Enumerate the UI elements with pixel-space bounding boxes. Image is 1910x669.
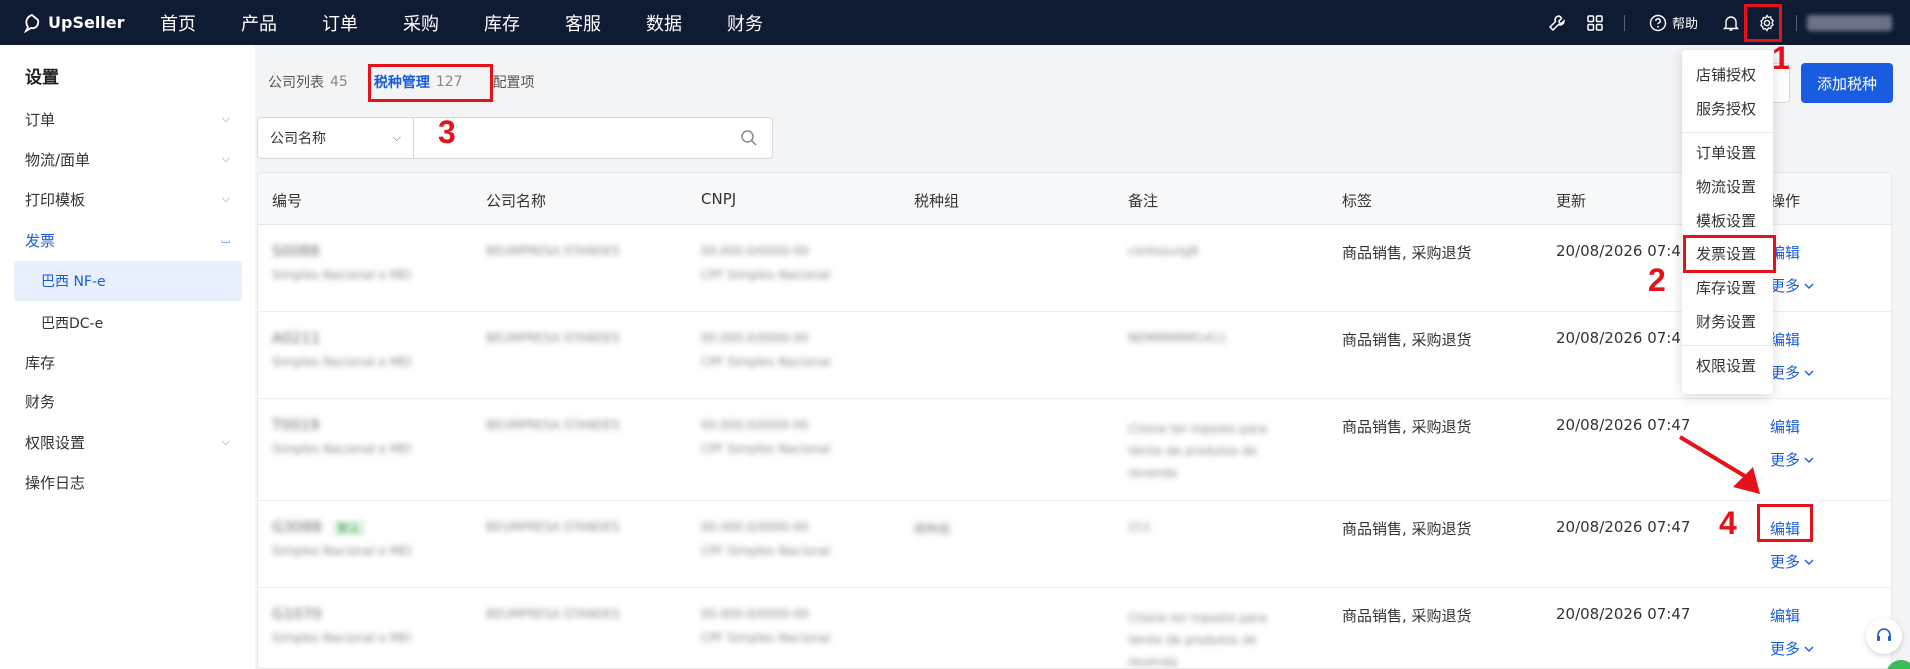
customer-service-icon[interactable] bbox=[1866, 618, 1902, 654]
annotation-arrow bbox=[1678, 435, 1760, 494]
